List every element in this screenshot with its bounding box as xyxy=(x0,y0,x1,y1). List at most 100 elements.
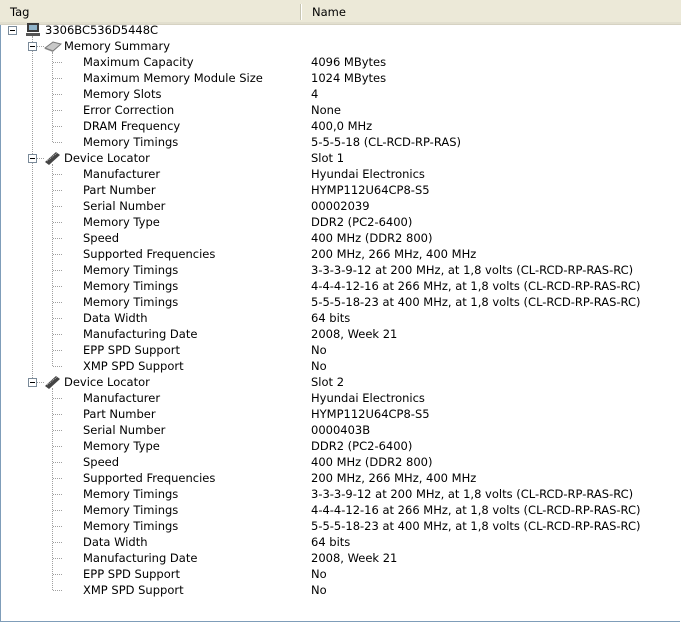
property-value: 64 bits xyxy=(311,311,351,325)
collapse-toggle[interactable] xyxy=(28,154,37,163)
property-tag: Serial Number xyxy=(83,423,166,437)
column-tag[interactable]: Tag xyxy=(0,0,300,24)
node-label: 3306BC536D5448C xyxy=(45,23,159,37)
tree-row[interactable]: Device Locator Slot 2 xyxy=(0,374,681,390)
property-value: No xyxy=(311,359,327,373)
property-tag: DRAM Frequency xyxy=(83,119,181,133)
property-tag: Memory Slots xyxy=(83,87,162,101)
property-tag: Supported Frequencies xyxy=(83,247,216,261)
property-tag: Memory Type xyxy=(83,215,160,229)
property-tag: Memory Timings xyxy=(83,295,179,309)
property-value: No xyxy=(311,583,327,597)
property-value: 00002039 xyxy=(311,199,370,213)
tree-row[interactable]: Memory Timings 4-4-4-12-16 at 266 MHz, a… xyxy=(0,502,681,518)
property-value: No xyxy=(311,567,327,581)
collapse-toggle[interactable] xyxy=(8,26,17,35)
property-tag: Speed xyxy=(83,231,120,245)
property-tag: Data Width xyxy=(83,311,148,325)
tree-row[interactable]: XMP SPD Support No xyxy=(0,358,681,374)
property-value: 400 MHz (DDR2 800) xyxy=(311,231,433,245)
tree-row[interactable]: Memory Timings 5-5-5-18 (CL-RCD-RP-RAS) xyxy=(0,134,681,150)
tree-row[interactable]: Supported Frequencies 200 MHz, 266 MHz, … xyxy=(0,246,681,262)
property-tag: Manufacturing Date xyxy=(83,327,198,341)
tree-row[interactable]: Maximum Capacity 4096 MBytes xyxy=(0,54,681,70)
memory-module-icon xyxy=(44,151,60,165)
property-value: HYMP112U64CP8-S5 xyxy=(311,183,430,197)
property-tag: EPP SPD Support xyxy=(83,567,180,581)
property-value: 200 MHz, 266 MHz, 400 MHz xyxy=(311,247,477,261)
property-tag: Supported Frequencies xyxy=(83,471,216,485)
tree-row[interactable]: Manufacturer Hyundai Electronics xyxy=(0,390,681,406)
property-value: 5-5-5-18 (CL-RCD-RP-RAS) xyxy=(311,135,462,149)
tree-row[interactable]: EPP SPD Support No xyxy=(0,566,681,582)
tree-row[interactable]: Error Correction None xyxy=(0,102,681,118)
tree-row[interactable]: Manufacturing Date 2008, Week 21 xyxy=(0,326,681,342)
tree-row[interactable]: Manufacturer Hyundai Electronics xyxy=(0,166,681,182)
group-label: Device Locator xyxy=(64,151,150,165)
tree-row[interactable]: Memory Timings 4-4-4-12-16 at 266 MHz, a… xyxy=(0,278,681,294)
property-value: 4 xyxy=(311,87,319,101)
property-tag: EPP SPD Support xyxy=(83,343,180,357)
collapse-toggle[interactable] xyxy=(28,378,37,387)
tree-row[interactable]: Memory Timings 3-3-3-9-12 at 200 MHz, at… xyxy=(0,262,681,278)
property-value: 5-5-5-18-23 at 400 MHz, at 1,8 volts (CL… xyxy=(311,295,641,309)
group-label: Device Locator xyxy=(64,375,150,389)
property-tag: Maximum Memory Module Size xyxy=(83,71,263,85)
tree-row[interactable]: Serial Number 0000403B xyxy=(0,422,681,438)
property-tag: Serial Number xyxy=(83,199,166,213)
property-tag: Error Correction xyxy=(83,103,175,117)
property-tag: Manufacturer xyxy=(83,167,161,181)
property-value: 64 bits xyxy=(311,535,351,549)
tree-row[interactable]: Speed 400 MHz (DDR2 800) xyxy=(0,230,681,246)
collapse-toggle[interactable] xyxy=(28,42,37,51)
tree-row[interactable]: Data Width 64 bits xyxy=(0,310,681,326)
tree-row[interactable]: Memory Type DDR2 (PC2-6400) xyxy=(0,438,681,454)
tree-row[interactable]: Speed 400 MHz (DDR2 800) xyxy=(0,454,681,470)
property-value: 400,0 MHz xyxy=(311,119,373,133)
group-value: Slot 2 xyxy=(311,375,345,389)
tree-row[interactable]: Device Locator Slot 1 xyxy=(0,150,681,166)
property-value: 3-3-3-9-12 at 200 MHz, at 1,8 volts (CL-… xyxy=(311,487,634,501)
tree-row[interactable]: Memory Slots 4 xyxy=(0,86,681,102)
property-tag: Memory Timings xyxy=(83,503,179,517)
tree-row[interactable]: XMP SPD Support No xyxy=(0,582,681,598)
property-value: Hyundai Electronics xyxy=(311,391,425,405)
tree-row[interactable]: Part Number HYMP112U64CP8-S5 xyxy=(0,182,681,198)
property-tag: Part Number xyxy=(83,407,156,421)
tree-row[interactable]: Memory Timings 5-5-5-18-23 at 400 MHz, a… xyxy=(0,294,681,310)
tree-row[interactable]: Data Width 64 bits xyxy=(0,534,681,550)
property-value: Hyundai Electronics xyxy=(311,167,425,181)
tree-row[interactable]: Memory Summary xyxy=(0,38,681,54)
tree-row[interactable]: Serial Number 00002039 xyxy=(0,198,681,214)
tree-row[interactable]: Maximum Memory Module Size 1024 MBytes xyxy=(0,70,681,86)
property-value: 200 MHz, 266 MHz, 400 MHz xyxy=(311,471,477,485)
tree-row[interactable]: Part Number HYMP112U64CP8-S5 xyxy=(0,406,681,422)
property-tag: Manufacturer xyxy=(83,391,161,405)
memory-module-icon xyxy=(44,375,60,389)
tree-row[interactable]: Memory Timings 3-3-3-9-12 at 200 MHz, at… xyxy=(0,486,681,502)
tree-row[interactable]: Memory Timings 5-5-5-18-23 at 400 MHz, a… xyxy=(0,518,681,534)
property-value: 4-4-4-12-16 at 266 MHz, at 1,8 volts (CL… xyxy=(311,279,641,293)
property-value: 4-4-4-12-16 at 266 MHz, at 1,8 volts (CL… xyxy=(311,503,641,517)
property-tag: XMP SPD Support xyxy=(83,359,184,373)
property-tag: Memory Timings xyxy=(83,263,179,277)
column-name[interactable]: Name xyxy=(302,0,346,24)
property-value: None xyxy=(311,103,342,117)
property-tag: Memory Type xyxy=(83,439,160,453)
tree-row[interactable]: Supported Frequencies 200 MHz, 266 MHz, … xyxy=(0,470,681,486)
property-value: 1024 MBytes xyxy=(311,71,387,85)
property-tag: Memory Timings xyxy=(83,519,179,533)
tree-row[interactable]: 3306BC536D5448C xyxy=(0,22,681,38)
property-value: 5-5-5-18-23 at 400 MHz, at 1,8 volts (CL… xyxy=(311,519,641,533)
property-value: 400 MHz (DDR2 800) xyxy=(311,455,433,469)
group-value: Slot 1 xyxy=(311,151,345,165)
tree-row[interactable]: Memory Type DDR2 (PC2-6400) xyxy=(0,214,681,230)
tree-row[interactable]: Manufacturing Date 2008, Week 21 xyxy=(0,550,681,566)
property-value: 3-3-3-9-12 at 200 MHz, at 1,8 volts (CL-… xyxy=(311,263,634,277)
property-tag: Memory Timings xyxy=(83,279,179,293)
computer-icon xyxy=(25,23,41,37)
tree-row[interactable]: DRAM Frequency 400,0 MHz xyxy=(0,118,681,134)
property-value: 0000403B xyxy=(311,423,371,437)
tree-row[interactable]: EPP SPD Support No xyxy=(0,342,681,358)
property-value: 2008, Week 21 xyxy=(311,551,398,565)
